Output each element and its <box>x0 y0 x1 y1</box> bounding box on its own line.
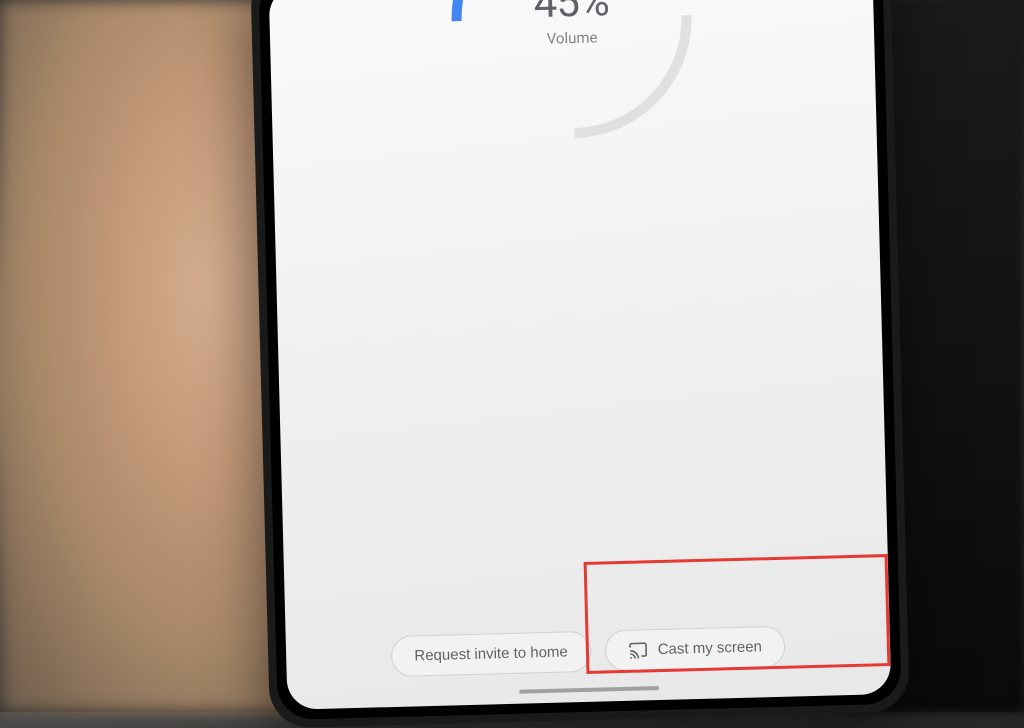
volume-dial-area: 45% Volume <box>269 0 876 126</box>
phone-frame: 45% Volume Request invite to home <box>250 0 910 728</box>
cast-screen-button[interactable]: Cast my screen <box>604 626 785 672</box>
request-invite-label: Request invite to home <box>414 643 568 664</box>
phone-screen: 45% Volume Request invite to home <box>269 0 892 710</box>
bottom-button-row: Request invite to home Cast my screen <box>285 605 891 710</box>
volume-label: Volume <box>534 28 609 48</box>
request-invite-button[interactable]: Request invite to home <box>391 631 591 677</box>
volume-percent: 45% <box>533 0 609 28</box>
cast-screen-label: Cast my screen <box>658 638 763 658</box>
content-spacer <box>272 110 889 621</box>
cast-icon <box>628 642 648 659</box>
volume-readout: 45% Volume <box>533 0 610 48</box>
